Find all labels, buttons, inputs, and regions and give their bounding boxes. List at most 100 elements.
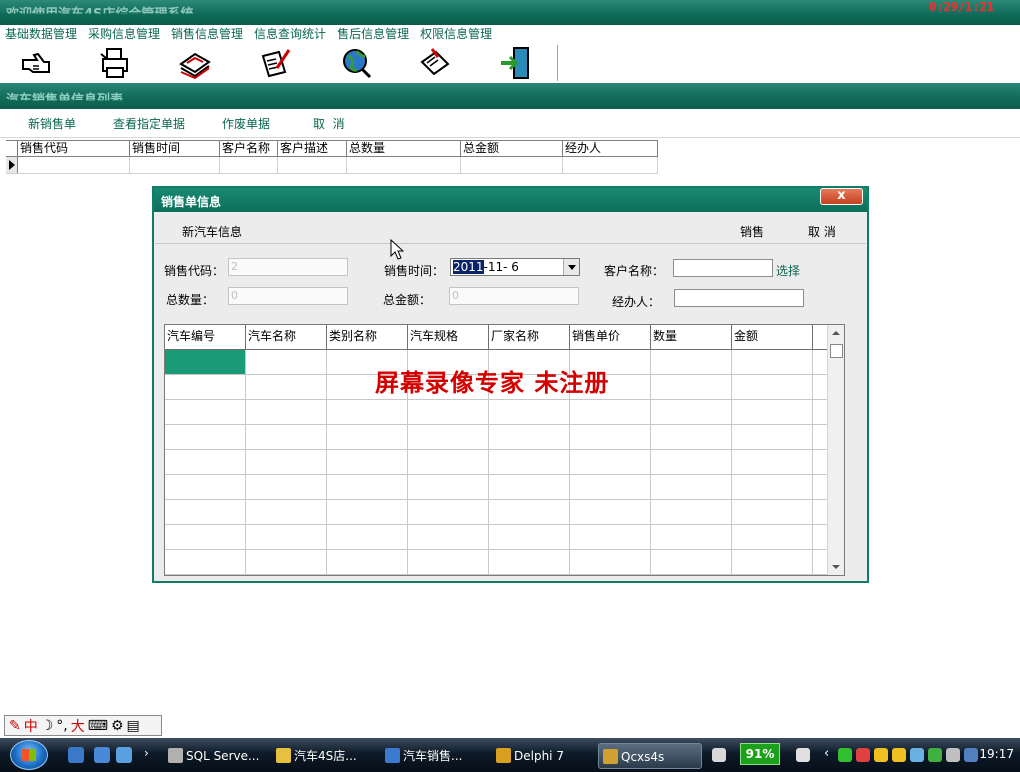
- task-folder[interactable]: 汽车4S店...: [272, 743, 372, 769]
- cancel-button[interactable]: 取 消: [313, 115, 345, 132]
- qq-icon[interactable]: [856, 748, 870, 762]
- current-cell[interactable]: [165, 350, 246, 374]
- notepad-pen-icon[interactable]: [415, 45, 455, 81]
- power-plug-icon[interactable]: [796, 748, 810, 762]
- view-order-button[interactable]: 查看指定单据: [113, 115, 185, 132]
- sales-list-table[interactable]: 销售代码 销售时间 客户名称 客户描述 总数量 总金额 经办人: [6, 140, 658, 175]
- ime-toolbar[interactable]: ✎ 中 ☽ °, 大 ⌨ ⚙ ▤: [4, 715, 162, 736]
- new-sales-order-button[interactable]: 新销售单: [28, 115, 76, 132]
- media-icon[interactable]: [116, 747, 132, 763]
- show-desktop-icon[interactable]: [94, 747, 110, 763]
- handler-field[interactable]: [674, 289, 804, 307]
- menu-purchase[interactable]: 采购信息管理: [83, 25, 166, 43]
- table-row[interactable]: [6, 157, 658, 174]
- column-header[interactable]: 汽车名称: [246, 325, 327, 349]
- table-row[interactable]: [165, 500, 844, 525]
- column-header[interactable]: 销售代码: [18, 141, 130, 156]
- amount-field[interactable]: 0: [449, 287, 579, 305]
- printer-icon[interactable]: [95, 45, 135, 81]
- menu-after-sales[interactable]: 售后信息管理: [332, 25, 415, 43]
- ime-punctuation[interactable]: °,: [56, 718, 67, 734]
- table-row[interactable]: [165, 400, 844, 425]
- table-row[interactable]: [165, 475, 844, 500]
- start-button[interactable]: [10, 740, 48, 770]
- recording-timer: 0:29/1:21: [928, 0, 994, 14]
- exit-door-icon[interactable]: [495, 45, 535, 81]
- column-header[interactable]: 厂家名称: [489, 325, 570, 349]
- select-customer-link[interactable]: 选择: [776, 262, 800, 279]
- chevron-left-icon[interactable]: ‹: [824, 746, 829, 761]
- tray-app-icon[interactable]: [964, 748, 978, 762]
- column-header[interactable]: 汽车编号: [165, 325, 246, 349]
- table-row[interactable]: [165, 450, 844, 475]
- scroll-thumb[interactable]: [830, 344, 843, 358]
- void-order-button[interactable]: 作废单据: [222, 115, 270, 132]
- table-row[interactable]: [165, 550, 844, 575]
- car-detail-grid[interactable]: 汽车编号 汽车名称 类别名称 汽车规格 厂家名称 销售单价 数量 金额 屏幕录像…: [164, 324, 845, 576]
- menu-basic-data[interactable]: 基础数据管理: [0, 25, 83, 43]
- shield-icon[interactable]: [928, 748, 942, 762]
- windows-taskbar: › SQL Serve... 汽车4S店... 汽车销售... Delphi 7…: [0, 738, 1020, 772]
- dialog-cancel-button[interactable]: 取 消: [808, 223, 836, 240]
- hand-pointer-icon[interactable]: [16, 45, 56, 81]
- task-qcxs4s[interactable]: Qcxs4s: [598, 743, 702, 769]
- ime-chinese-mode[interactable]: 中: [24, 716, 38, 736]
- column-header[interactable]: 数量: [651, 325, 732, 349]
- scroll-up-icon[interactable]: [832, 331, 840, 335]
- task-delphi[interactable]: Delphi 7: [492, 743, 592, 769]
- ime-fullwidth[interactable]: 大: [71, 716, 85, 736]
- code-field[interactable]: 2: [228, 258, 348, 276]
- table-row[interactable]: [165, 425, 844, 450]
- keyboard-icon[interactable]: ⌨: [88, 718, 108, 734]
- column-header[interactable]: 销售单价: [570, 325, 651, 349]
- ie-icon[interactable]: [68, 747, 84, 763]
- network-icon[interactable]: [838, 748, 852, 762]
- menu-permissions[interactable]: 权限信息管理: [415, 25, 498, 43]
- grid-scrollbar[interactable]: [827, 325, 844, 575]
- ime-moon-icon[interactable]: ☽: [41, 718, 54, 734]
- menu-sales[interactable]: 销售信息管理: [166, 25, 249, 43]
- task-sql-server[interactable]: SQL Serve...: [164, 743, 264, 769]
- clock[interactable]: 19:17: [979, 747, 1014, 761]
- column-header[interactable]: 汽车规格: [408, 325, 489, 349]
- edit-pen-icon[interactable]: [256, 45, 296, 81]
- qq-icon[interactable]: [892, 748, 906, 762]
- scroll-down-icon[interactable]: [832, 565, 840, 569]
- chevron-down-icon[interactable]: [563, 259, 579, 275]
- qq-icon[interactable]: [874, 748, 888, 762]
- quantity-label: 总数量：: [166, 293, 215, 307]
- dialog-title-bar: 销售单信息: [154, 188, 867, 212]
- tray-app-icon[interactable]: [946, 748, 960, 762]
- ime-logo-icon[interactable]: ✎: [9, 718, 21, 734]
- column-header[interactable]: 类别名称: [327, 325, 408, 349]
- card-stack-icon[interactable]: [175, 45, 215, 81]
- column-header[interactable]: 客户名称: [220, 141, 278, 156]
- keyboard-tray-icon[interactable]: [712, 748, 726, 762]
- delphi-icon: [496, 748, 511, 763]
- mouse-cursor-icon: [390, 239, 404, 260]
- ime-tools-icon[interactable]: ⚙: [111, 718, 124, 734]
- menu-query-stats[interactable]: 信息查询统计: [249, 25, 332, 43]
- customer-label: 客户名称：: [604, 264, 665, 278]
- column-header[interactable]: 总金额: [461, 141, 563, 156]
- column-header[interactable]: 客户描述: [278, 141, 347, 156]
- task-word[interactable]: 汽车销售...: [381, 743, 481, 769]
- customer-field[interactable]: [673, 259, 773, 277]
- quantity-field[interactable]: 0: [228, 287, 348, 305]
- column-header[interactable]: 经办人: [563, 141, 658, 156]
- column-header[interactable]: 总数量: [347, 141, 461, 156]
- chevron-right-icon[interactable]: ›: [144, 746, 149, 760]
- date-picker[interactable]: 2011-11- 6: [450, 258, 580, 276]
- toolbar-separator: [557, 45, 558, 81]
- globe-search-icon[interactable]: [336, 45, 376, 81]
- battery-percentage[interactable]: 91%: [740, 743, 780, 765]
- sound-icon[interactable]: [910, 748, 924, 762]
- new-car-info-button[interactable]: 新汽车信息: [182, 223, 242, 240]
- column-header[interactable]: 销售时间: [130, 141, 220, 156]
- close-button[interactable]: x: [820, 188, 863, 205]
- column-header[interactable]: 金额: [732, 325, 813, 349]
- sell-button[interactable]: 销售: [740, 223, 764, 240]
- table-row[interactable]: [165, 525, 844, 550]
- ime-help-icon[interactable]: ▤: [127, 718, 140, 734]
- grid-header: 汽车编号 汽车名称 类别名称 汽车规格 厂家名称 销售单价 数量 金额: [165, 325, 844, 350]
